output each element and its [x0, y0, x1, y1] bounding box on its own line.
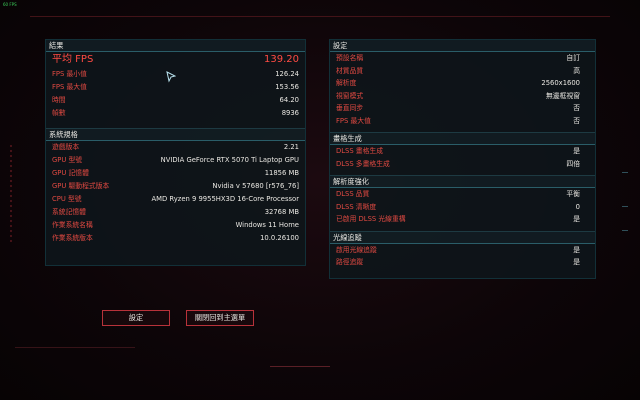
- row-label: 路徑追蹤: [336, 258, 364, 266]
- settings-row: 預設名稱 自訂: [330, 52, 595, 65]
- row-label: FPS 最小值: [52, 70, 87, 78]
- row-value: 64.20: [279, 96, 299, 104]
- row-value: 無邊框視窗: [546, 91, 580, 100]
- system-section-title: 系統規格: [46, 128, 305, 141]
- top-divider: [30, 16, 610, 17]
- row-label: 垂直同步: [336, 104, 364, 112]
- row-label: CPU 型號: [52, 195, 82, 203]
- row-value: 2.21: [283, 143, 299, 151]
- row-label: DLSS 畫格生成: [336, 147, 383, 155]
- framegen-row: DLSS 多畫格生成 四倍: [330, 158, 595, 171]
- upscaling-row: DLSS 品質 平衡: [330, 188, 595, 201]
- settings-button[interactable]: 設定: [102, 310, 170, 326]
- row-label: 幀數: [52, 109, 66, 117]
- row-value: 10.0.26100: [260, 234, 299, 242]
- row-value: 126.24: [275, 70, 299, 78]
- row-label: GPU 型號: [52, 156, 83, 164]
- row-label: FPS 最大值: [336, 116, 371, 125]
- row-value: 四倍: [566, 159, 580, 168]
- scroll-tick: [622, 230, 628, 231]
- row-value: 是: [573, 215, 580, 223]
- row-value: 否: [573, 116, 580, 125]
- row-value: 2560x1600: [541, 79, 580, 87]
- row-label: 材質品質: [336, 66, 364, 75]
- row-label: 作業系統版本: [52, 234, 93, 242]
- row-value: 11856 MB: [264, 169, 299, 177]
- raytracing-row: 路徑追蹤 是: [330, 256, 595, 269]
- system-row: GPU 記憶體 11856 MB: [46, 167, 305, 180]
- row-value: 8936: [281, 109, 299, 117]
- row-label: 解析度: [336, 79, 357, 87]
- row-value: 是: [573, 245, 580, 254]
- system-row: CPU 型號 AMD Ryzen 9 9955HX3D 16-Core Proce…: [46, 193, 305, 206]
- row-value: NVIDIA GeForce RTX 5070 Ti Laptop GPU: [160, 156, 299, 164]
- settings-row: 垂直同步 否: [330, 102, 595, 115]
- row-value: 平衡: [566, 190, 580, 198]
- row-value: Nvidia v 57680 [r576_76]: [212, 182, 299, 190]
- upscaling-row: 已啟用 DLSS 光線重構 是: [330, 213, 595, 226]
- row-label: 遊戲版本: [52, 143, 80, 151]
- row-label: 預設名稱: [336, 54, 364, 62]
- results-row: 時間 64.20: [46, 94, 305, 107]
- close-return-main-menu-button[interactable]: 關閉回到主選單: [186, 310, 254, 326]
- system-row: 作業系統名稱 Windows 11 Home: [46, 219, 305, 232]
- bottom-center-decoration: [270, 366, 330, 367]
- row-label: 視窗模式: [336, 91, 364, 100]
- row-value: 高: [573, 66, 580, 75]
- fps-counter: 60 FPS: [3, 2, 17, 7]
- upscaling-section-title: 解析度強化: [330, 175, 595, 188]
- row-value: 32768 MB: [264, 208, 299, 216]
- side-decoration: [10, 145, 12, 245]
- row-label: 啟用光線追蹤: [336, 245, 377, 254]
- avg-fps-row: 平均 FPS 139.20: [46, 52, 305, 68]
- row-label: 作業系統名稱: [52, 221, 93, 229]
- system-row: 系統記憶體 32768 MB: [46, 206, 305, 219]
- settings-section-title: 設定: [330, 40, 595, 52]
- row-value: 0: [575, 202, 580, 211]
- row-label: DLSS 清晰度: [336, 202, 377, 211]
- row-label: FPS 最大值: [52, 83, 87, 91]
- results-row: 幀數 8936: [46, 107, 305, 120]
- settings-row: 視窗模式 無邊框視窗: [330, 90, 595, 103]
- system-row: 作業系統版本 10.0.26100: [46, 232, 305, 245]
- row-label: 時間: [52, 96, 66, 104]
- system-row: GPU 型號 NVIDIA GeForce RTX 5070 Ti Laptop …: [46, 154, 305, 167]
- framegen-section-title: 畫格生成: [330, 132, 595, 145]
- row-label: DLSS 品質: [336, 190, 370, 198]
- settings-row: 材質品質 高: [330, 65, 595, 78]
- settings-row: FPS 最大值 否: [330, 115, 595, 128]
- row-value: 是: [573, 258, 580, 266]
- bottom-left-decoration: [15, 347, 135, 358]
- row-value: 否: [573, 104, 580, 112]
- settings-row: 解析度 2560x1600: [330, 77, 595, 90]
- row-value: 是: [573, 147, 580, 155]
- row-label: DLSS 多畫格生成: [336, 159, 390, 168]
- row-value: Windows 11 Home: [235, 221, 299, 229]
- row-label: 系統記憶體: [52, 208, 86, 216]
- system-row: GPU 驅動程式版本 Nvidia v 57680 [r576_76]: [46, 180, 305, 193]
- results-section-title: 結果: [46, 40, 305, 52]
- framegen-row: DLSS 畫格生成 是: [330, 145, 595, 158]
- avg-fps-label: 平均 FPS: [52, 54, 94, 65]
- upscaling-row: DLSS 清晰度 0: [330, 201, 595, 214]
- raytracing-row: 啟用光線追蹤 是: [330, 244, 595, 257]
- row-label: GPU 驅動程式版本: [52, 182, 110, 190]
- row-value: AMD Ryzen 9 9955HX3D 16-Core Processor: [151, 195, 300, 203]
- row-label: GPU 記憶體: [52, 169, 89, 177]
- row-label: 已啟用 DLSS 光線重構: [336, 215, 406, 223]
- system-row: 遊戲版本 2.21: [46, 141, 305, 154]
- avg-fps-value: 139.20: [264, 54, 299, 65]
- scroll-tick: [622, 172, 628, 173]
- mouse-cursor-icon: [166, 71, 176, 83]
- row-value: 153.56: [275, 83, 299, 91]
- row-value: 自訂: [566, 54, 580, 62]
- settings-panel: 設定 預設名稱 自訂 材質品質 高 解析度 2560x1600 視窗模式 無邊框視窗 垂…: [329, 39, 596, 279]
- scroll-tick: [622, 206, 628, 207]
- raytracing-section-title: 光線追蹤: [330, 230, 595, 244]
